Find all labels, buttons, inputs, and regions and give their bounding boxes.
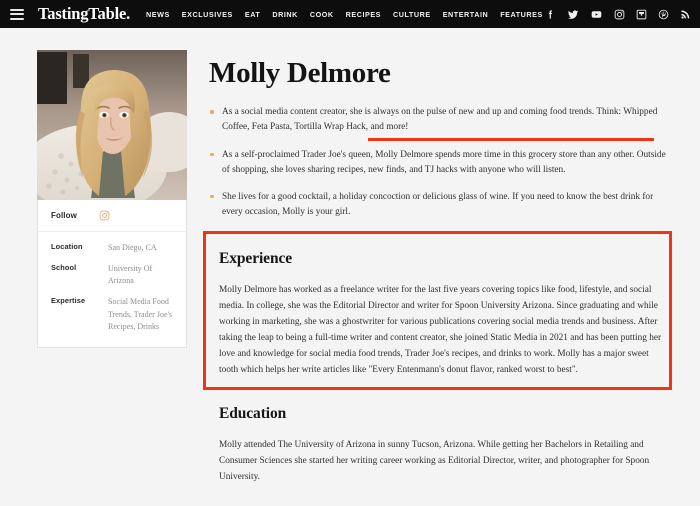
author-meta-list: Location San Diego, CA School University… <box>38 232 186 347</box>
social-links <box>545 9 691 20</box>
meta-key: School <box>51 263 77 273</box>
nav-link-exclusives[interactable]: EXCLUSIVES <box>182 10 233 19</box>
nav-link-drink[interactable]: DRINK <box>272 10 298 19</box>
author-info-card: Follow Location San Diego, CA School Uni… <box>37 200 187 348</box>
section-body-education: Molly attended The University of Arizona… <box>219 439 650 482</box>
rss-icon[interactable] <box>680 9 691 20</box>
list-item: As a social media content creator, she i… <box>209 105 674 135</box>
page-body: Follow Location San Diego, CA School Uni… <box>0 28 700 506</box>
top-navigation-bar: TastingTable. NEWS EXCLUSIVES EAT DRINK … <box>0 0 700 28</box>
meta-key: Expertise <box>51 296 86 306</box>
experience-section: Experience Molly Delmore has worked as a… <box>209 240 674 391</box>
author-bio-bullets: As a social media content creator, she i… <box>209 105 674 219</box>
author-main-content: Molly Delmore As a social media content … <box>187 50 674 486</box>
site-logo[interactable]: TastingTable. <box>38 4 130 24</box>
nav-link-eat[interactable]: EAT <box>245 10 261 19</box>
hamburger-menu-icon[interactable] <box>10 8 24 20</box>
primary-nav-links: NEWS EXCLUSIVES EAT DRINK COOK RECIPES C… <box>146 10 543 19</box>
nav-link-culture[interactable]: CULTURE <box>393 10 431 19</box>
page-title: Molly Delmore <box>209 57 391 89</box>
meta-row-location: Location San Diego, CA <box>51 242 173 254</box>
list-item: She lives for a good cocktail, a holiday… <box>209 190 674 220</box>
meta-value: University Of Arizona <box>108 264 153 286</box>
nav-link-entertain[interactable]: ENTERTAIN <box>443 10 489 19</box>
meta-value: Social Media Food Trends, Trader Joe's R… <box>108 297 173 331</box>
section-title-education: Education <box>219 404 287 422</box>
follow-icons <box>99 210 110 221</box>
author-sidebar: Follow Location San Diego, CA School Uni… <box>37 50 187 486</box>
facebook-icon[interactable] <box>545 9 556 20</box>
nav-link-recipes[interactable]: RECIPES <box>346 10 381 19</box>
avatar <box>37 50 187 200</box>
youtube-icon[interactable] <box>590 9 603 20</box>
content-layout: Follow Location San Diego, CA School Uni… <box>0 28 700 486</box>
section-body-experience: Molly Delmore has worked as a freelance … <box>219 284 662 375</box>
list-item: As a self-proclaimed Trader Joe's queen,… <box>209 148 674 178</box>
meta-key: Location <box>51 242 83 251</box>
follow-row: Follow <box>38 200 186 232</box>
instagram-icon[interactable] <box>614 9 625 20</box>
meta-row-school: School University Of Arizona <box>51 263 173 287</box>
instagram-icon[interactable] <box>99 210 110 221</box>
twitter-icon[interactable] <box>567 9 579 20</box>
nav-link-cook[interactable]: COOK <box>310 10 334 19</box>
nav-link-news[interactable]: NEWS <box>146 10 170 19</box>
pinterest-icon[interactable] <box>658 9 669 20</box>
nav-link-features[interactable]: FEATURES <box>500 10 543 19</box>
section-title-experience: Experience <box>219 249 293 267</box>
flipboard-icon[interactable] <box>636 9 647 20</box>
education-section: Education Molly attended The University … <box>209 405 674 486</box>
meta-value: San Diego, CA <box>108 243 157 252</box>
follow-label: Follow <box>51 211 77 220</box>
meta-row-expertise: Expertise Social Media Food Trends, Trad… <box>51 296 173 332</box>
